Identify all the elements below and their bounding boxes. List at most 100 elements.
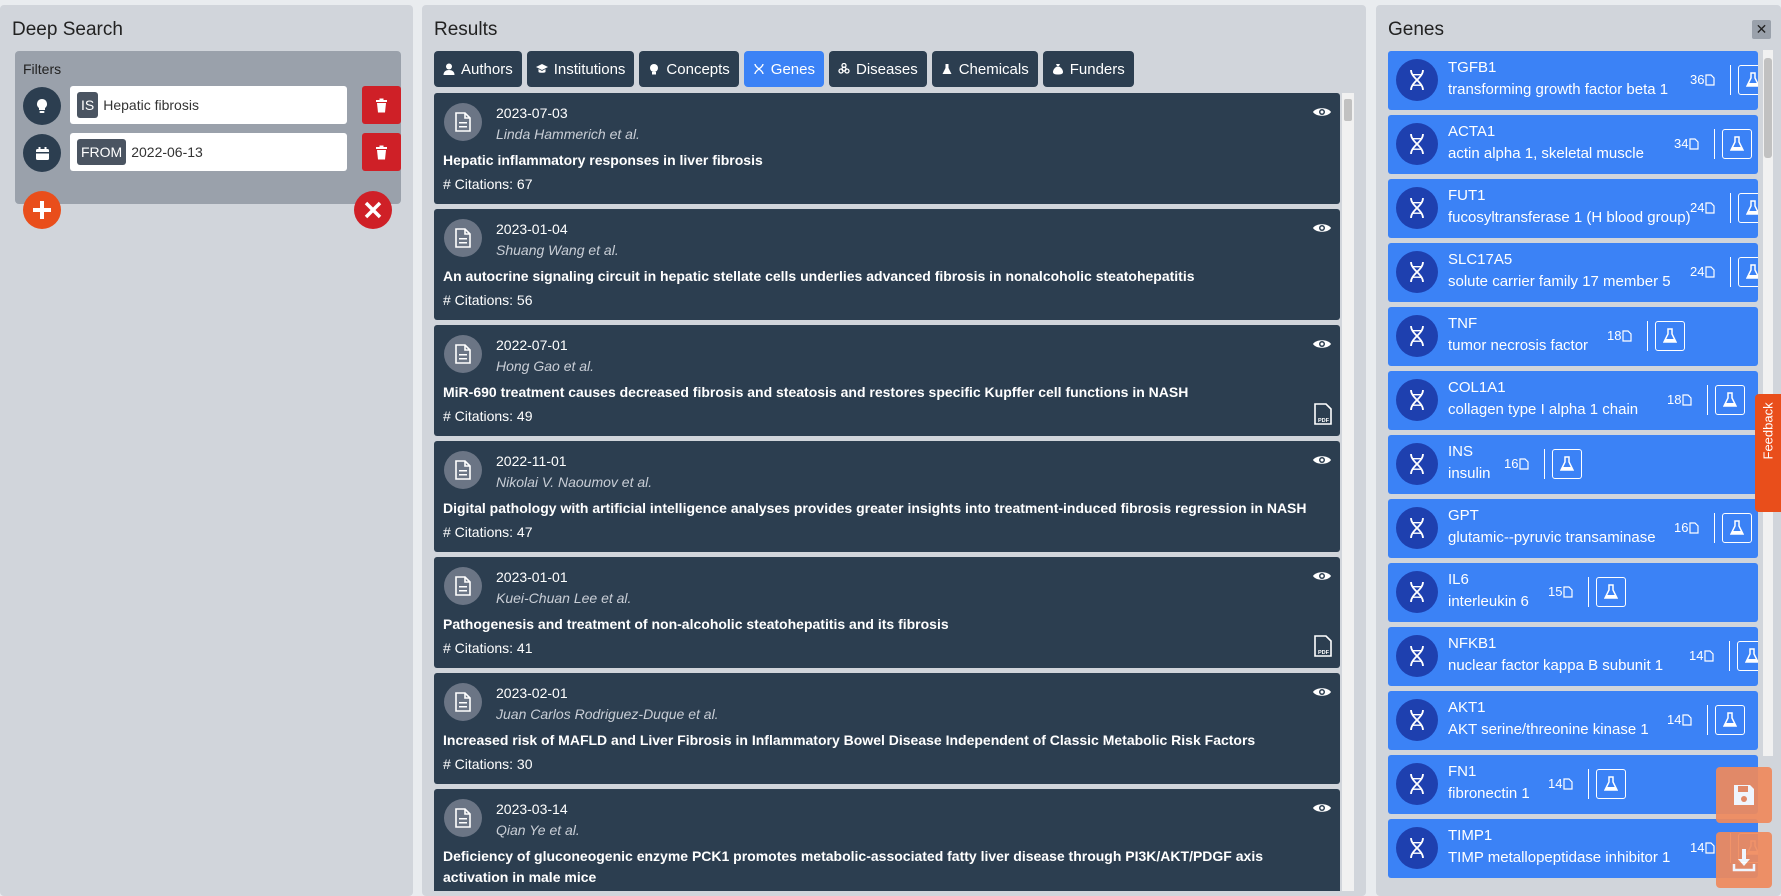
eye-icon[interactable]	[1312, 685, 1332, 704]
results-list: 2023-07-03 Linda Hammerich et al. Hepatic …	[434, 93, 1340, 891]
filter-date-field[interactable]: FROM 2022-06-13	[70, 133, 347, 171]
result-title[interactable]: Hepatic inflammatory responses in liver …	[443, 150, 1323, 171]
flask-icon[interactable]	[1715, 385, 1745, 415]
flask-icon[interactable]	[1722, 129, 1752, 159]
gene-item[interactable]: AKT1 AKT serine/threonine kinase 1 14	[1388, 691, 1758, 750]
genes-panel: Genes ✕ TGFB1 transforming growth factor …	[1376, 5, 1781, 896]
eye-icon[interactable]	[1312, 221, 1332, 240]
gene-item[interactable]: TNF tumor necrosis factor 18	[1388, 307, 1758, 366]
eye-icon[interactable]	[1312, 105, 1332, 124]
biohazard-icon	[838, 63, 850, 74]
divider	[1730, 193, 1731, 223]
eye-icon[interactable]	[1312, 569, 1332, 588]
gene-symbol: COL1A1	[1448, 379, 1506, 396]
divider	[1714, 513, 1715, 543]
dna-icon	[1396, 123, 1438, 165]
delete-filter-button[interactable]	[362, 86, 401, 124]
gene-item[interactable]: ACTA1 actin alpha 1, skeletal muscle 34	[1388, 115, 1758, 174]
eye-icon[interactable]	[1312, 337, 1332, 356]
results-scrollbar[interactable]	[1342, 93, 1354, 891]
result-card[interactable]: 2023-01-04 Shuang Wang et al. An autocrine…	[434, 209, 1340, 320]
result-title[interactable]: Digital pathology with artificial intell…	[443, 498, 1323, 519]
flask-icon[interactable]	[1738, 257, 1758, 287]
tab-authors[interactable]: Authors	[434, 51, 522, 87]
gene-item[interactable]: TGFB1 transforming growth factor beta 1 36	[1388, 51, 1758, 110]
result-citations: # Citations: 49	[443, 408, 533, 424]
result-card[interactable]: 2023-02-01 Juan Carlos Rodriguez-Duque et…	[434, 673, 1340, 784]
gene-item[interactable]: GPT glutamic--pyruvic transaminase 16	[1388, 499, 1758, 558]
close-panel-button[interactable]: ✕	[1752, 20, 1771, 39]
clear-filters-button[interactable]	[354, 191, 392, 229]
result-card[interactable]: 2022-11-01 Nikolai V. Naoumov et al. Digit…	[434, 441, 1340, 552]
gene-item[interactable]: NFKB1 nuclear factor kappa B subunit 1 14	[1388, 627, 1758, 686]
result-title[interactable]: Increased risk of MAFLD and Liver Fibros…	[443, 730, 1323, 751]
divider	[1647, 321, 1648, 351]
document-icon	[1563, 777, 1574, 790]
flask-icon[interactable]	[1596, 577, 1626, 607]
result-card[interactable]: 2022-07-01 Hong Gao et al. MiR-690 treatme…	[434, 325, 1340, 436]
gene-symbol: FUT1	[1448, 187, 1486, 204]
result-title[interactable]: Pathogenesis and treatment of non-alcoho…	[443, 614, 1323, 635]
tab-label: Authors	[461, 60, 513, 78]
gene-item[interactable]: FUT1 fucosyltransferase 1 (H blood group)…	[1388, 179, 1758, 238]
result-card[interactable]: 2023-03-14 Qian Ye et al. Deficiency of gl…	[434, 789, 1340, 891]
floppy-disk-icon	[1734, 785, 1754, 805]
save-button[interactable]	[1716, 767, 1772, 823]
gene-item[interactable]: INS insulin 16	[1388, 435, 1758, 494]
gene-item[interactable]: FN1 fibronectin 1 14	[1388, 755, 1758, 814]
tab-funders[interactable]: Funders	[1042, 51, 1134, 87]
result-card[interactable]: 2023-01-01 Kuei-Chuan Lee et al. Pathogene…	[434, 557, 1340, 668]
svg-text:PDF: PDF	[1318, 418, 1330, 424]
flask-icon[interactable]	[1737, 641, 1758, 671]
delete-filter-button[interactable]	[362, 133, 401, 171]
add-filter-button[interactable]	[23, 191, 61, 229]
calendar-icon[interactable]	[23, 134, 61, 172]
gene-item[interactable]: SLC17A5 solute carrier family 17 member 5…	[1388, 243, 1758, 302]
tab-diseases[interactable]: Diseases	[829, 51, 927, 87]
document-icon	[444, 683, 482, 721]
filter-value: Hepatic fibrosis	[103, 97, 199, 113]
eye-icon[interactable]	[1312, 801, 1332, 820]
tab-genes[interactable]: Genes	[743, 51, 824, 87]
gene-item[interactable]: COL1A1 collagen type I alpha 1 chain 18	[1388, 371, 1758, 430]
money-bag-icon	[1052, 64, 1063, 75]
gene-item[interactable]: IL6 interleukin 6 15	[1388, 563, 1758, 622]
flask-icon[interactable]	[1738, 193, 1758, 223]
scrollbar-thumb[interactable]	[1764, 58, 1772, 158]
tab-institutions[interactable]: Institutions	[526, 51, 635, 87]
gene-name: AKT serine/threonine kinase 1	[1448, 721, 1649, 738]
gene-count-value: 24	[1690, 200, 1705, 215]
flask-icon[interactable]	[1715, 705, 1745, 735]
eye-icon[interactable]	[1312, 453, 1332, 472]
gene-count-value: 14	[1690, 840, 1705, 855]
pdf-icon[interactable]: PDF	[1314, 403, 1332, 430]
filter-value: 2022-06-13	[131, 144, 203, 160]
flask-icon[interactable]	[1552, 449, 1582, 479]
scrollbar-thumb[interactable]	[1344, 99, 1352, 121]
gene-item[interactable]: TIMP1 TIMP metallopeptidase inhibitor 1 14	[1388, 819, 1758, 878]
result-title[interactable]: An autocrine signaling circuit in hepati…	[443, 266, 1323, 287]
results-tabs: Authors Institutions Concepts Genes Dise…	[434, 51, 1134, 87]
dna-icon	[1396, 251, 1438, 293]
result-title[interactable]: Deficiency of gluconeogenic enzyme PCK1 …	[443, 846, 1323, 888]
tab-chemicals[interactable]: Chemicals	[931, 51, 1038, 87]
download-button[interactable]	[1716, 832, 1772, 888]
lightbulb-icon[interactable]	[23, 87, 61, 125]
flask-icon[interactable]	[1655, 321, 1685, 351]
tab-concepts[interactable]: Concepts	[639, 51, 739, 87]
gene-count: 24	[1690, 264, 1716, 279]
flask-icon[interactable]	[1596, 769, 1626, 799]
pdf-icon[interactable]: PDF	[1314, 635, 1332, 662]
result-card[interactable]: 2023-07-03 Linda Hammerich et al. Hepatic …	[434, 93, 1340, 204]
feedback-tab[interactable]: Feedback	[1755, 394, 1781, 512]
flask-icon[interactable]	[1722, 513, 1752, 543]
genes-title: Genes	[1388, 19, 1444, 40]
filter-concept-field[interactable]: IS Hepatic fibrosis	[70, 86, 347, 124]
result-authors: Hong Gao et al.	[496, 358, 595, 374]
result-title[interactable]: MiR-690 treatment causes decreased fibro…	[443, 382, 1323, 403]
gene-symbol: IL6	[1448, 571, 1469, 588]
trash-icon	[376, 145, 387, 159]
gene-name: TIMP metallopeptidase inhibitor 1	[1448, 849, 1671, 866]
flask-icon[interactable]	[1738, 65, 1758, 95]
result-date: 2023-07-03	[496, 105, 568, 121]
